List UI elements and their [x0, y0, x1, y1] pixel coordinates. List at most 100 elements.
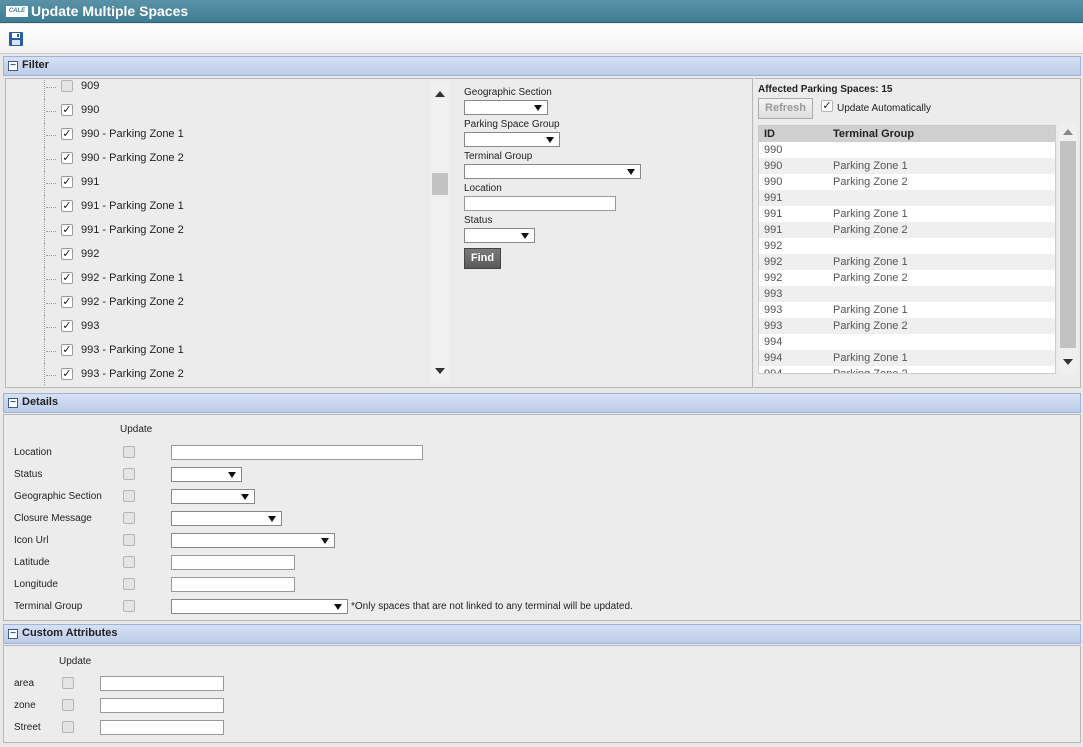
details-status-select[interactable] — [171, 467, 242, 482]
tree-item-checkbox[interactable] — [61, 80, 73, 92]
grid-header-terminal-group: Terminal Group — [833, 128, 915, 140]
refresh-button[interactable]: Refresh — [758, 98, 813, 119]
geographic-section-select[interactable] — [464, 100, 548, 115]
details-latitude-input[interactable] — [171, 555, 295, 570]
table-row[interactable]: 993 Parking Zone 2 — [759, 318, 1055, 334]
grid-scrollbar[interactable] — [1059, 125, 1077, 374]
custom-attributes-section-header[interactable]: − Custom Attributes — [3, 624, 1081, 644]
tree-item[interactable]: ✓ 993 - Parking Zone 2 — [6, 363, 426, 385]
scroll-thumb[interactable] — [432, 173, 448, 195]
parking-space-group-select[interactable] — [464, 132, 560, 147]
tree-item[interactable]: ✓ 990 - Parking Zone 2 — [6, 147, 426, 171]
collapse-icon[interactable]: − — [8, 61, 18, 71]
table-row[interactable]: 990 Parking Zone 2 — [759, 174, 1055, 190]
tree-item[interactable]: ✓ 991 - Parking Zone 1 — [6, 195, 426, 219]
update-checkbox-location[interactable] — [123, 446, 135, 458]
tree-item-checkbox[interactable]: ✓ — [61, 152, 73, 164]
tree-item-checkbox[interactable]: ✓ — [61, 272, 73, 284]
parking-space-group-label: Parking Space Group — [464, 119, 560, 130]
chevron-down-icon — [321, 538, 329, 544]
tree-item[interactable]: ✓ 991 - Parking Zone 2 — [6, 219, 426, 243]
scroll-down-icon[interactable] — [435, 368, 445, 374]
table-row[interactable]: 991 — [759, 190, 1055, 206]
update-checkbox-icon-url[interactable] — [123, 534, 135, 546]
tree-item[interactable]: ✓ 990 - Parking Zone 1 — [6, 123, 426, 147]
terminal-group-select[interactable] — [464, 164, 641, 179]
update-checkbox-zone[interactable] — [62, 699, 74, 711]
chevron-down-icon — [627, 169, 635, 175]
tree-item[interactable]: ✓ 992 - Parking Zone 1 — [6, 267, 426, 291]
cell-terminal-group: Parking Zone 1 — [833, 304, 908, 316]
table-row[interactable]: 991 Parking Zone 1 — [759, 206, 1055, 222]
table-row[interactable]: 994 Parking Zone 2 — [759, 366, 1055, 373]
status-select[interactable] — [464, 228, 535, 243]
table-row[interactable]: 993 — [759, 286, 1055, 302]
scroll-up-icon[interactable] — [1063, 129, 1073, 135]
tree-item[interactable]: ✓ 992 — [6, 243, 426, 267]
update-checkbox-closure-message[interactable] — [123, 512, 135, 524]
table-row[interactable]: 990 — [759, 142, 1055, 158]
update-checkbox-terminal-group[interactable] — [123, 600, 135, 612]
tree-item-checkbox[interactable]: ✓ — [61, 104, 73, 116]
update-checkbox-area[interactable] — [62, 677, 74, 689]
location-input[interactable] — [464, 196, 616, 211]
tree-scrollbar[interactable] — [431, 81, 449, 383]
update-checkbox-latitude[interactable] — [123, 556, 135, 568]
collapse-icon[interactable]: − — [8, 629, 18, 639]
cell-id: 992 — [764, 240, 783, 252]
tree-item[interactable]: 909 — [6, 79, 426, 99]
tree-item-checkbox[interactable]: ✓ — [61, 344, 73, 356]
tree-item[interactable]: ✓ 992 - Parking Zone 2 — [6, 291, 426, 315]
details-section-header[interactable]: − Details — [3, 393, 1081, 413]
update-automatically-checkbox[interactable]: ✓ — [821, 100, 833, 112]
find-button[interactable]: Find — [464, 248, 501, 269]
cell-terminal-group: Parking Zone 1 — [833, 208, 908, 220]
tree-item-checkbox[interactable]: ✓ — [61, 248, 73, 260]
details-closure-message-select[interactable] — [171, 511, 282, 526]
table-row[interactable]: 991 Parking Zone 2 — [759, 222, 1055, 238]
tree-item-checkbox[interactable]: ✓ — [61, 224, 73, 236]
table-row[interactable]: 990 Parking Zone 1 — [759, 158, 1055, 174]
grid-header: ID Terminal Group — [759, 126, 1055, 142]
table-row[interactable]: 994 — [759, 334, 1055, 350]
scroll-up-icon[interactable] — [435, 91, 445, 97]
details-longitude-input[interactable] — [171, 577, 295, 592]
tree-connector — [46, 255, 56, 256]
chevron-down-icon — [241, 494, 249, 500]
collapse-icon[interactable]: − — [8, 398, 18, 408]
scroll-down-icon[interactable] — [1063, 359, 1073, 365]
tree-item[interactable]: ✓ 990 — [6, 99, 426, 123]
tree-connector — [46, 207, 56, 208]
custom-area-input[interactable] — [100, 676, 224, 691]
tree-item-checkbox[interactable]: ✓ — [61, 200, 73, 212]
table-row[interactable]: 994 Parking Zone 1 — [759, 350, 1055, 366]
update-checkbox-street[interactable] — [62, 721, 74, 733]
table-row[interactable]: 992 Parking Zone 2 — [759, 270, 1055, 286]
chevron-down-icon — [521, 233, 529, 239]
table-row[interactable]: 992 Parking Zone 1 — [759, 254, 1055, 270]
tree-item-checkbox[interactable]: ✓ — [61, 176, 73, 188]
tree-item[interactable]: ✓ 993 - Parking Zone 1 — [6, 339, 426, 363]
details-terminal-group-select[interactable] — [171, 599, 348, 614]
update-checkbox-geographic-section[interactable] — [123, 490, 135, 502]
table-row[interactable]: 993 Parking Zone 1 — [759, 302, 1055, 318]
details-location-input[interactable] — [171, 445, 423, 460]
custom-zone-input[interactable] — [100, 698, 224, 713]
tree-item-checkbox[interactable]: ✓ — [61, 296, 73, 308]
details-geographic-section-select[interactable] — [171, 489, 255, 504]
tree-item-checkbox[interactable]: ✓ — [61, 320, 73, 332]
details-icon-url-select[interactable] — [171, 533, 335, 548]
tree-connector — [46, 183, 56, 184]
tree-item-checkbox[interactable]: ✓ — [61, 128, 73, 140]
tree-item-checkbox[interactable]: ✓ — [61, 368, 73, 380]
tree-item[interactable]: ✓ 991 — [6, 171, 426, 195]
save-icon[interactable] — [8, 31, 24, 47]
update-checkbox-longitude[interactable] — [123, 578, 135, 590]
scroll-thumb[interactable] — [1060, 141, 1076, 348]
custom-street-input[interactable] — [100, 720, 224, 735]
table-row[interactable]: 992 — [759, 238, 1055, 254]
tree-item[interactable]: ✓ 993 — [6, 315, 426, 339]
filter-section-header[interactable]: − Filter — [3, 56, 1081, 76]
cell-id: 990 — [764, 176, 783, 188]
update-checkbox-status[interactable] — [123, 468, 135, 480]
